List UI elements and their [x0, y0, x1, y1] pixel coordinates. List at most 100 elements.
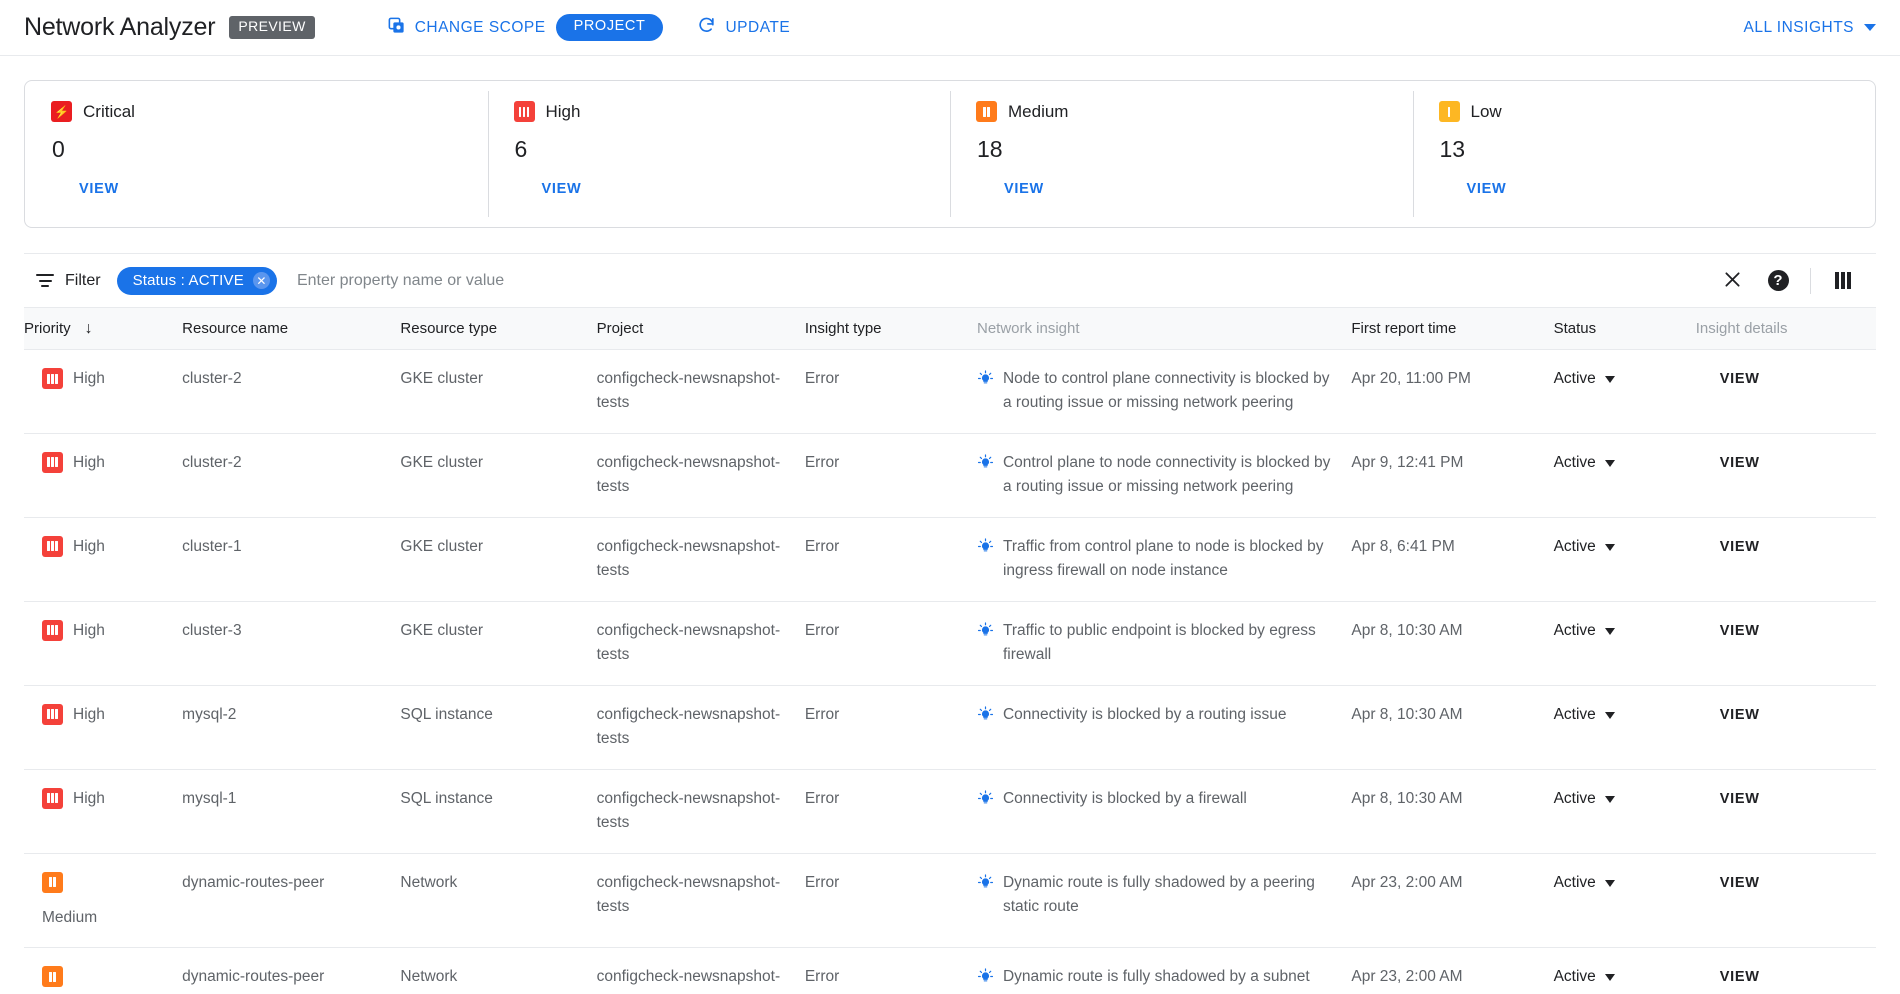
- row-view-link[interactable]: VIEW: [1696, 452, 1760, 475]
- cell-first-report-time: Apr 8, 10:30 AM: [1351, 601, 1554, 686]
- cell-resource-type: Network: [400, 853, 597, 949]
- row-view-link[interactable]: VIEW: [1696, 966, 1760, 989]
- status-dropdown[interactable]: Active: [1554, 965, 1682, 989]
- preview-badge: PREVIEW: [229, 16, 315, 39]
- cell-priority: Medium: [24, 853, 183, 949]
- cell-insight-type: Error: [804, 517, 977, 602]
- filter-chip-status-active[interactable]: Status : ACTIVE ✕: [116, 266, 277, 295]
- column-header-priority[interactable]: Priority ↓: [24, 307, 183, 350]
- cell-resource-type: GKE cluster: [400, 601, 597, 686]
- row-view-link[interactable]: VIEW: [1696, 704, 1760, 727]
- severity-card-view-link[interactable]: VIEW: [79, 181, 119, 197]
- cell-network-insight: Control plane to node connectivity is bl…: [976, 433, 1352, 518]
- row-view-link[interactable]: VIEW: [1696, 536, 1760, 559]
- cell-insight-details: VIEW: [1695, 853, 1876, 949]
- row-view-link[interactable]: VIEW: [1696, 872, 1760, 895]
- network-insight-text: Connectivity is blocked by a firewall: [1002, 789, 1247, 807]
- cell-priority: High: [24, 685, 183, 770]
- cell-status: Active: [1553, 349, 1696, 434]
- column-header-label: Insight type: [804, 320, 882, 337]
- cell-status: Active: [1553, 685, 1696, 770]
- table-row[interactable]: Medium dynamic-routes-peerNetworkconfigch…: [24, 853, 1876, 949]
- severity-card-header: Medium: [976, 101, 1387, 122]
- priority-badge: High: [42, 535, 168, 559]
- status-dropdown[interactable]: Active: [1554, 619, 1682, 643]
- cell-insight-details: VIEW: [1695, 601, 1876, 686]
- column-header-insight[interactable]: Network insight: [976, 307, 1352, 350]
- severity-card-label: High: [545, 101, 581, 121]
- network-insight-content: Dynamic route is fully shadowed by a sub…: [977, 965, 1337, 994]
- severity-card-view-link[interactable]: VIEW: [542, 181, 582, 197]
- cell-insight-details: VIEW: [1695, 433, 1876, 518]
- severity-card-view-link[interactable]: VIEW: [1467, 181, 1507, 197]
- chevron-down-icon: [1604, 879, 1615, 887]
- clear-filters-button[interactable]: [1709, 258, 1755, 304]
- column-header-details[interactable]: Insight details: [1695, 307, 1876, 350]
- column-header-inner: Resource type: [400, 320, 582, 337]
- row-view-link[interactable]: VIEW: [1696, 620, 1760, 643]
- severity-medium-bars-icon: [976, 101, 997, 122]
- column-header-inner: Insight type: [805, 320, 963, 337]
- lightbulb-icon: [977, 874, 994, 888]
- table-row[interactable]: High cluster-3 GKE cluster configcheck-news…: [24, 601, 1876, 686]
- row-view-link[interactable]: VIEW: [1696, 788, 1760, 811]
- cell-status: Active: [1553, 433, 1696, 518]
- priority-label: High: [73, 789, 105, 807]
- chip-remove-icon[interactable]: ✕: [252, 272, 270, 289]
- cell-insight-type: Error: [804, 853, 977, 949]
- table-row[interactable]: High cluster-1 GKE cluster configcheck-news…: [24, 517, 1876, 602]
- status-dropdown[interactable]: Active: [1554, 367, 1682, 391]
- row-view-link[interactable]: VIEW: [1696, 368, 1760, 391]
- change-scope-button[interactable]: CHANGE SCOPE: [387, 16, 546, 40]
- copy-scope-icon: [387, 16, 406, 40]
- header-actions: CHANGE SCOPE PROJECT UPDATE: [387, 14, 791, 41]
- cell-project: configcheck-newsnapshot-tests: [596, 517, 805, 602]
- change-scope-group[interactable]: CHANGE SCOPE PROJECT: [387, 14, 664, 41]
- column-settings-icon: [1835, 272, 1851, 289]
- cell-first-report-time: Apr 8, 10:30 AM: [1351, 685, 1554, 770]
- table-row[interactable]: Medium dynamic-routes-peerNetworkconfigch…: [24, 947, 1876, 994]
- all-insights-dropdown[interactable]: ALL INSIGHTS: [1743, 19, 1876, 37]
- network-insight-text: Traffic from control plane to node is bl…: [1002, 537, 1324, 580]
- column-header-project[interactable]: Project: [596, 307, 805, 350]
- column-header-status[interactable]: Status: [1553, 307, 1696, 350]
- status-dropdown[interactable]: Active: [1554, 451, 1682, 475]
- column-header-restype[interactable]: Resource type: [400, 307, 597, 350]
- severity-card-high: High 6 VIEW: [487, 81, 951, 227]
- cell-priority: High: [24, 769, 183, 854]
- status-dropdown[interactable]: Active: [1554, 535, 1682, 559]
- filter-button[interactable]: Filter: [36, 272, 101, 290]
- column-header-resname[interactable]: Resource name: [182, 307, 401, 350]
- status-label: Active: [1553, 968, 1596, 986]
- status-dropdown[interactable]: Active: [1554, 787, 1682, 811]
- update-label: UPDATE: [725, 18, 791, 36]
- cell-resource-type: SQL instance: [400, 769, 597, 854]
- column-settings-button[interactable]: [1820, 258, 1866, 304]
- priority-label: High: [73, 537, 105, 555]
- help-icon: ?: [1767, 270, 1789, 291]
- network-insight-text: Node to control plane connectivity is bl…: [1002, 370, 1330, 412]
- cell-project: configcheck-newsnapshot-tests: [596, 769, 805, 854]
- status-label: Active: [1553, 370, 1596, 387]
- table-row[interactable]: High mysql-1 SQL instance configcheck-newsn…: [24, 769, 1876, 854]
- column-header-label: Priority: [24, 320, 71, 337]
- insights-table-body: High cluster-2 GKE cluster configcheck-news…: [24, 349, 1876, 994]
- table-row[interactable]: High mysql-2 SQL instance configcheck-newsn…: [24, 685, 1876, 770]
- help-button[interactable]: ?: [1755, 258, 1801, 304]
- chevron-down-icon: [1604, 627, 1615, 635]
- severity-card-view-link[interactable]: VIEW: [1004, 181, 1044, 197]
- sort-arrow-down-icon[interactable]: ↓: [85, 320, 93, 337]
- severity-card-header: High: [513, 101, 925, 122]
- lightbulb-icon: [977, 538, 994, 552]
- status-dropdown[interactable]: Active: [1554, 703, 1682, 727]
- scope-chip-project[interactable]: PROJECT: [555, 14, 664, 41]
- cell-status: Active: [1553, 947, 1696, 994]
- column-header-instype[interactable]: Insight type: [804, 307, 977, 350]
- table-row[interactable]: High cluster-2 GKE cluster configcheck-news…: [24, 433, 1876, 518]
- column-header-time[interactable]: First report time: [1351, 307, 1554, 350]
- table-row[interactable]: High cluster-2 GKE cluster configcheck-news…: [24, 349, 1876, 434]
- column-header-inner: Resource name: [182, 320, 386, 337]
- filter-input[interactable]: [296, 271, 1709, 290]
- update-button[interactable]: UPDATE: [697, 16, 790, 40]
- status-dropdown[interactable]: Active: [1554, 871, 1682, 895]
